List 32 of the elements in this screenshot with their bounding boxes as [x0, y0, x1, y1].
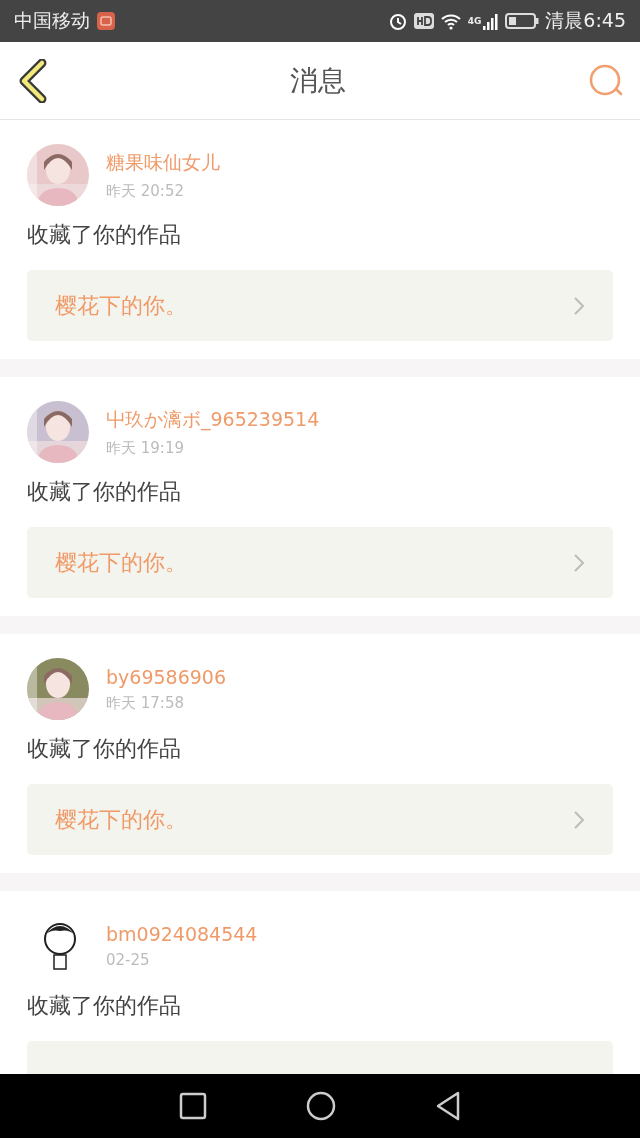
user-name[interactable]: 屮玖か漓ボ_965239514 [106, 406, 320, 433]
signal-icon [483, 12, 500, 30]
user-name[interactable]: 糖果味仙女儿 [106, 149, 220, 176]
message-text: 收藏了你的作品 [27, 992, 182, 1020]
work-link[interactable]: 樱花下的你。 [27, 527, 613, 598]
recent-apps-icon[interactable] [179, 1092, 208, 1120]
timestamp: 昨天 19:19 [106, 438, 185, 458]
back-icon[interactable] [18, 58, 48, 103]
clock: 清晨6:45 [545, 8, 626, 33]
network-label: 4G [467, 16, 482, 26]
timestamp: 02-25 [106, 951, 151, 969]
work-link[interactable]: 樱花下的你。 [27, 270, 613, 341]
chevron-icon [573, 809, 585, 830]
page-title: 消息 [290, 62, 346, 99]
back-nav-icon[interactable] [434, 1091, 461, 1121]
user-name[interactable]: by69586906 [106, 665, 226, 688]
message-text: 收藏了你的作品 [27, 735, 182, 763]
hd-icon [413, 12, 434, 30]
user-name[interactable]: bm0924084544 [106, 923, 258, 945]
chevron-icon [573, 295, 585, 316]
wifi-icon [439, 12, 462, 30]
work-link[interactable]: 樱花下的你。 [27, 784, 613, 855]
home-icon[interactable] [306, 1091, 336, 1121]
timestamp: 昨天 17:58 [106, 693, 185, 713]
notification-icon [96, 11, 116, 31]
carrier-name: 中国移动 [14, 8, 90, 33]
battery-icon [505, 12, 540, 30]
chevron-icon [573, 552, 585, 573]
alarm-icon [387, 11, 408, 31]
message-text: 收藏了你的作品 [27, 478, 182, 506]
timestamp: 昨天 20:52 [106, 181, 185, 201]
message-text: 收藏了你的作品 [27, 221, 182, 249]
